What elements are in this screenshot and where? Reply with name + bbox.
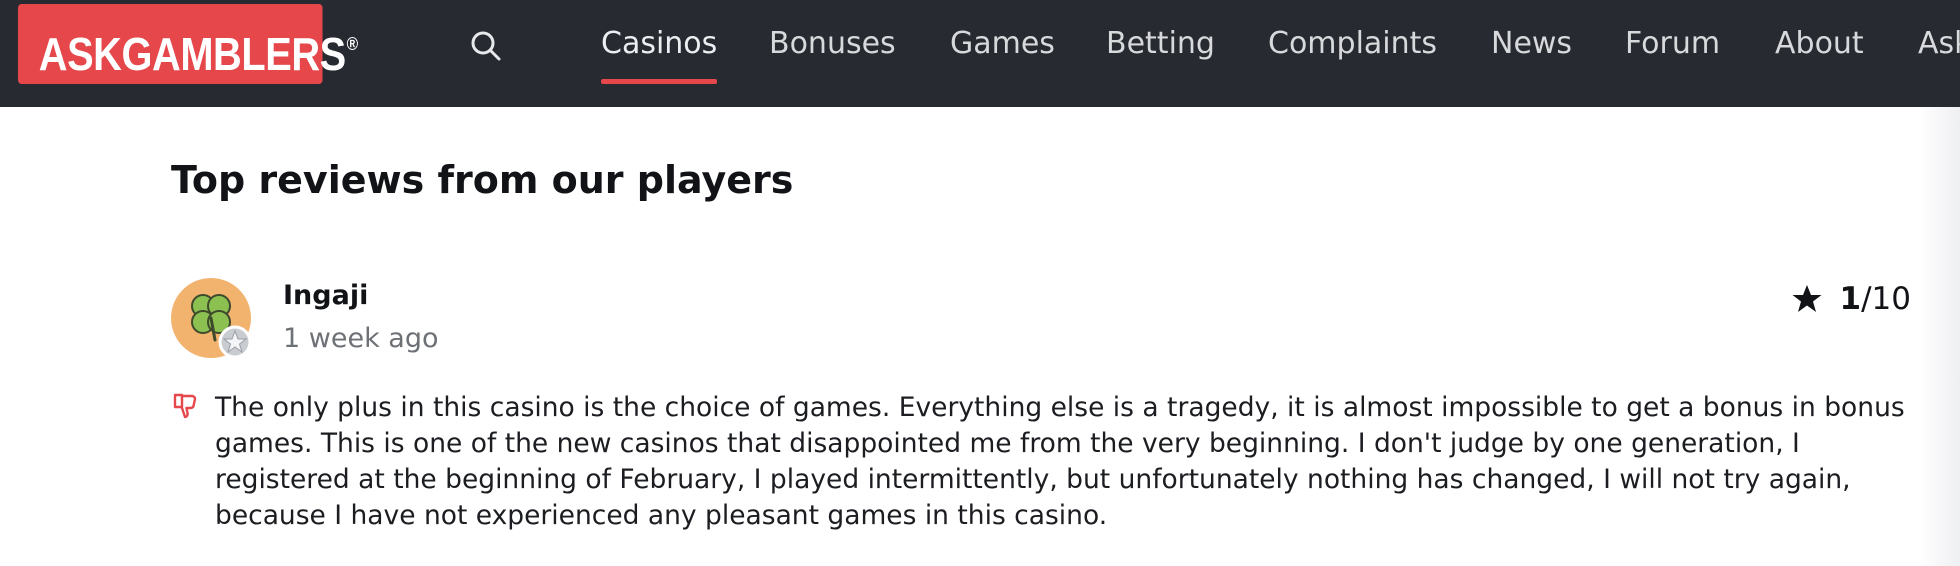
section-title: Top reviews from our players — [171, 158, 794, 202]
logo-text: ASKGAMBLERS — [38, 28, 346, 80]
review-timestamp: 1 week ago — [283, 323, 439, 354]
nav-games[interactable]: Games — [950, 22, 1055, 82]
nav-ask[interactable]: Ask — [1918, 22, 1960, 82]
search-icon[interactable] — [468, 28, 504, 64]
scroll-shadow — [1920, 107, 1960, 566]
askgamblers-logo[interactable]: ASKGAMBLERS® — [18, 4, 358, 84]
review-author-name[interactable]: Ingaji — [283, 280, 368, 311]
nav-complaints[interactable]: Complaints — [1268, 22, 1437, 82]
review-body: The only plus in this casino is the choi… — [215, 392, 1905, 531]
nav-bonuses[interactable]: Bonuses — [769, 22, 896, 82]
nav-forum[interactable]: Forum — [1625, 22, 1720, 82]
star-icon — [1792, 285, 1822, 312]
rating-score: 1 — [1839, 281, 1862, 317]
nav-casinos[interactable]: Casinos — [601, 22, 718, 84]
registered-mark: ® — [346, 34, 358, 54]
nav-news[interactable]: News — [1491, 22, 1572, 82]
top-navigation-bar: ASKGAMBLERS® Casinos Bonuses Games Betti… — [0, 0, 1960, 107]
star-rank-badge-icon — [218, 325, 252, 359]
nav-betting[interactable]: Betting — [1106, 22, 1215, 82]
user-avatar[interactable] — [171, 278, 252, 359]
review-rating: 1/10 — [1792, 281, 1911, 317]
thumbs-down-icon — [173, 393, 197, 419]
rating-max: /10 — [1861, 281, 1911, 317]
nav-about[interactable]: About — [1775, 22, 1864, 82]
